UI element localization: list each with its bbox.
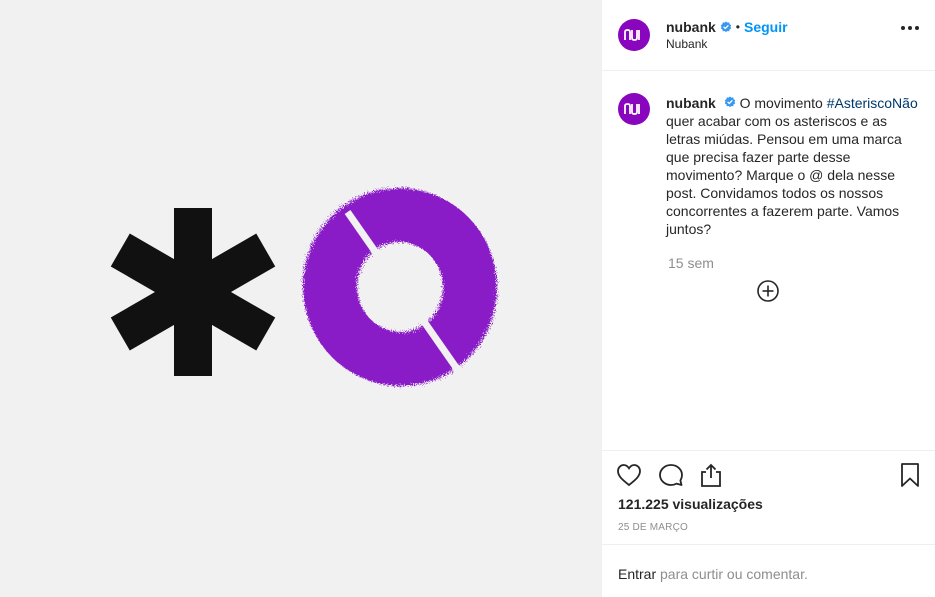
caption-text: nubank O movimento #AsteriscoNão quer ac… <box>666 94 921 238</box>
caption-intro: O movimento <box>739 95 823 111</box>
header-title-row: nubank • Seguir <box>666 19 788 35</box>
plus-circle-icon[interactable] <box>756 279 780 303</box>
location-link[interactable]: Nubank <box>666 37 707 51</box>
post-date[interactable]: 25 DE MARÇO <box>618 522 688 533</box>
asterisco-nao-artwork <box>110 188 498 386</box>
avatar[interactable] <box>618 19 650 51</box>
post-media[interactable] <box>0 0 601 597</box>
share-icon[interactable] <box>698 462 724 493</box>
bookmark-icon[interactable] <box>899 462 921 493</box>
post-side-panel: nubank • Seguir Nubank nubank O moviment… <box>602 0 935 597</box>
hashtag-link[interactable]: #AsteriscoNão <box>827 95 918 111</box>
view-count[interactable]: 121.225 visualizações <box>618 496 763 512</box>
asterisk-shape <box>110 208 276 376</box>
login-prompt: Entrar para curtir ou comentar. <box>618 566 808 582</box>
comment-icon[interactable] <box>658 463 684 492</box>
comment-login-bar: Entrar para curtir ou comentar. <box>602 544 935 597</box>
post-header: nubank • Seguir Nubank <box>602 0 935 71</box>
more-options-icon[interactable] <box>901 26 919 30</box>
username-link[interactable]: nubank <box>666 19 716 35</box>
login-prompt-suffix: para curtir ou comentar. <box>656 566 808 582</box>
caption-username-link[interactable]: nubank <box>666 95 716 111</box>
post-actions: 121.225 visualizações 25 DE MARÇO <box>602 450 935 545</box>
follow-button[interactable]: Seguir <box>744 19 788 35</box>
heart-icon[interactable] <box>616 463 642 492</box>
login-link[interactable]: Entrar <box>618 566 656 582</box>
verified-badge-icon <box>724 96 736 108</box>
separator-dot: • <box>735 20 740 34</box>
verified-badge-icon <box>720 21 732 33</box>
avatar[interactable] <box>618 93 650 125</box>
nubank-logo-icon <box>624 103 640 115</box>
nubank-logo-icon <box>624 29 640 41</box>
caption-time-ago: 15 sem <box>668 255 714 271</box>
caption-body: quer acabar com os asteriscos e as letra… <box>666 113 902 237</box>
